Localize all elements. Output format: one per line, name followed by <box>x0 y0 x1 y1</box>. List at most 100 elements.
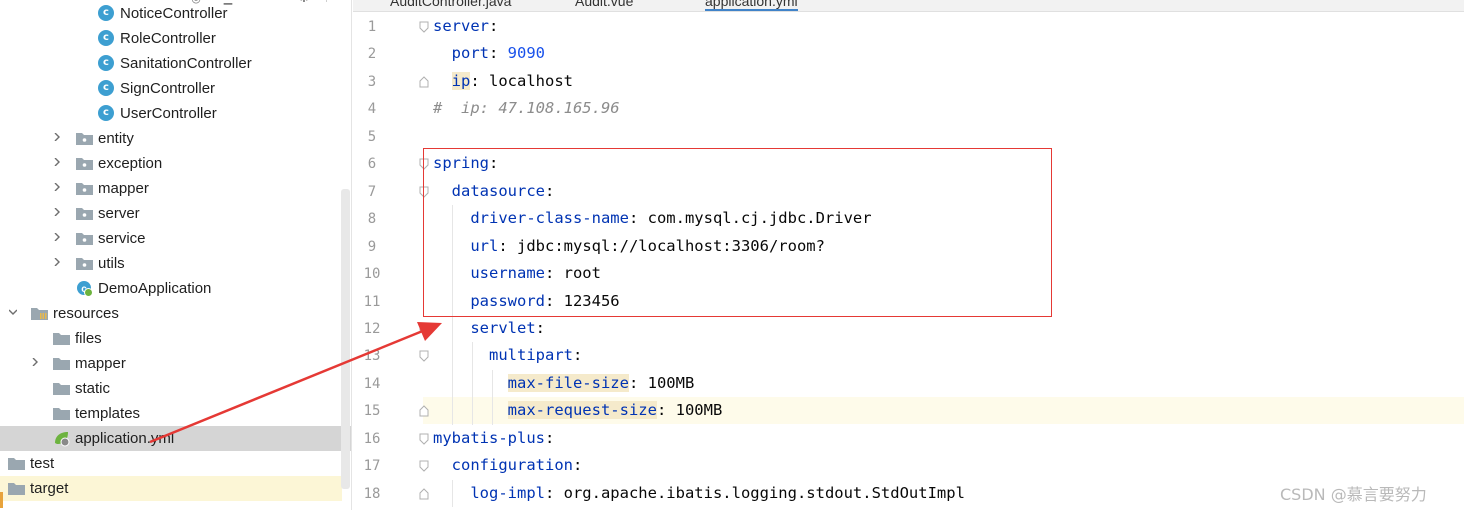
code-line[interactable]: max-file-size: 100MB <box>433 370 694 397</box>
line-number: 8 <box>367 211 377 228</box>
tree-item-target[interactable]: target <box>0 476 342 501</box>
tree-item-label: DemoApplication <box>98 280 212 297</box>
fold-end-icon[interactable] <box>419 76 429 88</box>
tree-item-label: resources <box>53 305 119 322</box>
tree-item-mapper[interactable]: mapper <box>0 176 351 201</box>
tree-item-label: NoticeController <box>120 5 228 22</box>
tree-item-static[interactable]: static <box>0 376 351 401</box>
tree-scrollbar[interactable] <box>341 189 350 489</box>
tree-item-label: SanitationController <box>120 55 252 72</box>
chevron-right-icon[interactable] <box>53 233 61 241</box>
editor-tab[interactable]: AuditController.java <box>390 0 511 11</box>
tree-item-service[interactable]: service <box>0 226 351 251</box>
code-line[interactable]: ip: localhost <box>433 68 573 95</box>
code-token: server <box>433 17 489 35</box>
code-line[interactable]: max-request-size: 100MB <box>433 397 722 424</box>
tree-item-test[interactable]: test <box>0 451 351 476</box>
code-line[interactable]: server: <box>433 13 498 40</box>
code-line[interactable]: port: 9090 <box>433 40 545 67</box>
editor-tab[interactable]: application.yml <box>705 0 798 11</box>
fold-open-icon[interactable] <box>419 323 429 335</box>
code-token: port <box>451 44 489 63</box>
tree-item-label: target <box>30 480 69 497</box>
code-line[interactable]: # ip: 47.108.165.96 <box>433 95 620 122</box>
tree-item-utils[interactable]: utils <box>0 251 351 276</box>
code-line[interactable]: datasource: <box>433 178 555 205</box>
tree-item-label: utils <box>98 255 125 272</box>
tree-item-usercontroller[interactable]: c UserController <box>0 101 351 126</box>
tree-item-exception[interactable]: exception <box>0 151 351 176</box>
excluded-folder-icon <box>8 483 25 495</box>
code-line[interactable]: username: root <box>433 260 601 287</box>
line-number: 2 <box>367 46 377 63</box>
code-line[interactable]: driver-class-name: com.mysql.cj.jdbc.Dri… <box>433 205 871 232</box>
class-icon: c <box>98 30 114 46</box>
code-token: ip <box>451 71 471 90</box>
code-line[interactable]: password: 123456 <box>433 288 619 315</box>
editor-tab[interactable]: Audit.vue <box>575 0 633 11</box>
fold-open-icon[interactable] <box>419 186 429 198</box>
tree-item-label: mapper <box>98 180 149 197</box>
class-icon: c <box>98 55 114 71</box>
code-token: url <box>470 236 499 255</box>
fold-open-icon[interactable] <box>419 433 429 445</box>
code-line[interactable]: multipart: <box>433 342 582 369</box>
code-token: password <box>470 291 545 310</box>
code-token: 9090 <box>507 44 545 63</box>
fold-end-icon[interactable] <box>419 405 429 417</box>
code-line[interactable]: spring: <box>433 150 498 177</box>
fold-open-icon[interactable] <box>419 350 429 363</box>
code-line[interactable]: servlet: <box>433 315 545 342</box>
chevron-right-icon[interactable] <box>31 358 39 366</box>
tree-item-templates[interactable]: templates <box>0 401 351 426</box>
tree-item-files[interactable]: files <box>0 326 351 351</box>
folder-icon <box>53 333 70 345</box>
chevron-right-icon[interactable] <box>53 158 61 166</box>
code-token: multipart <box>489 346 573 365</box>
chevron-right-icon[interactable] <box>53 208 61 216</box>
fold-open-icon[interactable] <box>419 460 429 472</box>
tree-item-server[interactable]: server <box>0 201 351 226</box>
fold-open-icon[interactable] <box>419 158 429 170</box>
code-token: : <box>535 318 545 337</box>
fold-end-icon[interactable] <box>419 487 429 500</box>
tree-item-label: templates <box>75 405 141 422</box>
code-line[interactable]: mybatis-plus: <box>433 425 554 452</box>
tree-item-entity[interactable]: entity <box>0 126 351 151</box>
code-token: : root <box>544 264 601 283</box>
tree-item-label: static <box>75 380 111 397</box>
code-line[interactable]: configuration: <box>433 452 583 479</box>
tree-item-resources[interactable]: resources <box>0 301 351 326</box>
tree-item-application-yml[interactable]: application.yml <box>0 426 351 451</box>
code-token: configuration <box>451 456 573 475</box>
code-editor[interactable]: 1 2 3 4 5 6 7 8 9 10 11 12 13 14 15 16 17 18 server: port… <box>353 13 1464 510</box>
code-token: : <box>544 428 555 447</box>
tree-item-demoapplication[interactable]: c DemoApplication <box>0 276 351 301</box>
tree-item-sanitationcontroller[interactable]: c SanitationController <box>0 51 351 76</box>
tree-item-noticecontroller[interactable]: c NoticeController <box>0 1 351 26</box>
fold-open-icon[interactable] <box>419 21 429 33</box>
chevron-right-icon[interactable] <box>53 133 61 141</box>
package-folder-icon <box>76 233 93 245</box>
line-number: 16 <box>363 430 381 447</box>
tree-item-signcontroller[interactable]: c SignController <box>0 76 351 101</box>
code-token: datasource <box>451 181 545 200</box>
chevron-down-icon[interactable] <box>9 308 17 316</box>
code-token: # ip: 47.108.165.96 <box>433 99 620 118</box>
class-icon: c <box>98 80 114 96</box>
code-line[interactable]: log-impl: org.apache.ibatis.logging.stdo… <box>433 480 965 507</box>
code-line[interactable]: url: jdbc:mysql://localhost:3306/room? <box>433 233 825 260</box>
tree-item-mapper[interactable]: mapper <box>0 351 351 376</box>
folder-icon <box>53 358 70 370</box>
chevron-right-icon[interactable] <box>53 183 61 191</box>
spring-boot-class-icon: c <box>77 281 93 297</box>
tree-item-rolecontroller[interactable]: c RoleController <box>0 26 351 51</box>
line-number: 14 <box>363 375 381 392</box>
chevron-right-icon[interactable] <box>53 258 61 266</box>
package-folder-icon <box>76 208 93 220</box>
excluded-folder-marker <box>0 492 3 508</box>
